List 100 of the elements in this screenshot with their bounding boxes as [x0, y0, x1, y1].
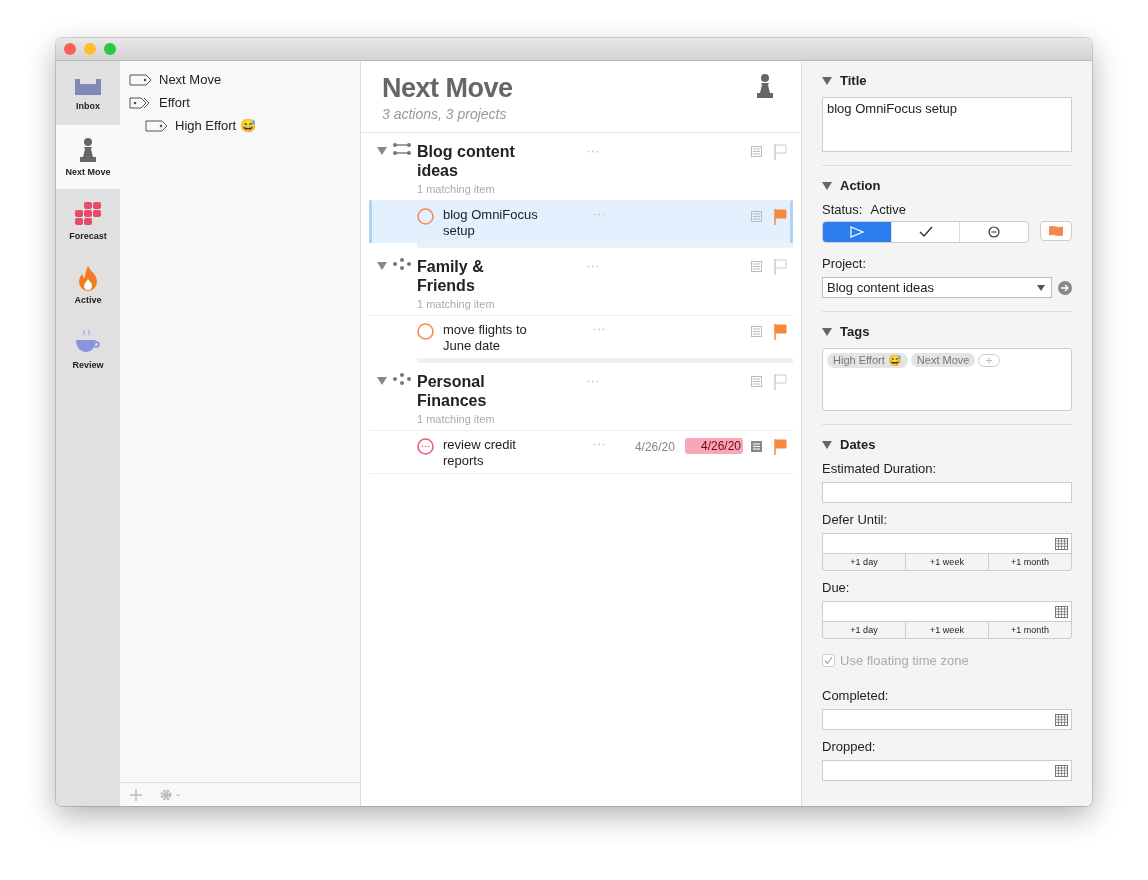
date-field[interactable] [822, 533, 1072, 554]
status-circle-icon[interactable] [417, 438, 434, 455]
quick-date-button[interactable]: +1 day [823, 622, 905, 638]
flag-button[interactable] [1040, 221, 1072, 241]
note-icon[interactable] [751, 146, 762, 157]
action-row[interactable]: review credit reports 4/26/20 4/26/20 [369, 430, 793, 474]
add-tag-icon[interactable] [978, 354, 1001, 367]
calendar-icon [1055, 537, 1068, 550]
tag-item[interactable]: Effort [120, 91, 360, 114]
status-circle-icon[interactable] [417, 208, 434, 225]
add-icon[interactable] [130, 788, 142, 801]
defer-date: 4/26/20 [634, 440, 675, 454]
tag-chip[interactable]: Next Move [910, 353, 976, 367]
minimize-button[interactable] [84, 43, 96, 55]
tag-icon [145, 119, 169, 132]
quick-date-button[interactable]: +1 week [905, 554, 988, 570]
flag-icon[interactable] [774, 324, 787, 340]
checkmark-icon [918, 226, 933, 238]
field-label: Completed: [822, 688, 890, 703]
sequential-project-icon [393, 143, 411, 155]
date-field[interactable] [822, 760, 1072, 781]
field-label: Estimated Duration: [822, 461, 938, 476]
field-label: Dropped: [822, 739, 877, 754]
flag-icon[interactable] [774, 144, 787, 160]
play-icon [849, 226, 864, 238]
matching-count: 1 matching item [417, 183, 496, 195]
perspective-tab[interactable]: Next Move [56, 125, 120, 189]
perspective-title: Next Move [382, 73, 513, 104]
disclosure-triangle-icon[interactable] [377, 147, 387, 155]
quick-date-button[interactable]: +1 week [905, 622, 988, 638]
tag-item[interactable]: Next Move [120, 68, 360, 91]
action-title: blog OmniFocus setup [443, 207, 539, 239]
status-segment[interactable] [823, 222, 891, 242]
dropdown-arrow-icon [1037, 284, 1045, 291]
perspective-tab[interactable]: Review [56, 317, 120, 381]
quick-date-button[interactable]: +1 month [988, 554, 1071, 570]
flag-icon[interactable] [774, 259, 787, 275]
flag-icon[interactable] [774, 374, 787, 390]
tag-item[interactable]: High Effort 😅 [120, 114, 360, 137]
perspective-tab[interactable]: Forecast [56, 189, 120, 253]
action-row[interactable]: move flights to June date [369, 315, 793, 358]
disclosure-triangle-icon[interactable] [377, 262, 387, 270]
go-arrow-icon[interactable] [1058, 280, 1072, 295]
note-icon[interactable] [751, 441, 762, 452]
note-icon[interactable] [751, 261, 762, 272]
title-field[interactable]: blog OmniFocus setup [822, 97, 1072, 152]
calendar-icon [1055, 713, 1068, 726]
status-circle-icon[interactable] [417, 323, 434, 340]
disclosure-triangle-icon[interactable] [377, 377, 387, 385]
status-control[interactable] [822, 221, 1029, 243]
status-value: Active [870, 202, 906, 217]
action-title: review credit reports [443, 437, 517, 469]
more-icon[interactable] [587, 380, 599, 383]
close-button[interactable] [64, 43, 76, 55]
more-icon[interactable] [593, 443, 605, 446]
flag-icon[interactable] [774, 209, 787, 225]
more-icon[interactable] [587, 150, 599, 153]
more-icon[interactable] [593, 213, 605, 216]
field-label: Status: [822, 202, 863, 217]
disclosure-triangle-icon[interactable] [822, 440, 832, 449]
section-heading: Title [840, 73, 867, 88]
perspective-tab[interactable]: Active [56, 253, 120, 317]
perspective-tab[interactable]: Inbox [56, 61, 120, 125]
parallel-project-icon [393, 373, 411, 385]
section-heading: Dates [840, 437, 876, 452]
disclosure-triangle-icon[interactable] [822, 76, 832, 85]
field-label: Project: [822, 256, 868, 271]
project-title: Blog content ideas [417, 142, 516, 180]
project-dropdown[interactable]: Blog content ideas [822, 277, 1052, 298]
project-title: Family & Friends [417, 257, 485, 295]
duration-field[interactable] [822, 482, 1072, 503]
matching-count: 1 matching item [417, 298, 496, 310]
section-heading: Action [840, 178, 881, 193]
disclosure-triangle-icon[interactable] [822, 327, 832, 336]
field-label: Defer Until: [822, 512, 889, 527]
more-icon[interactable] [593, 328, 605, 331]
date-field[interactable] [822, 709, 1072, 730]
parallel-project-icon [393, 258, 411, 270]
pawn-icon [78, 137, 98, 163]
minus-circle-icon [988, 226, 1001, 238]
note-icon[interactable] [751, 211, 762, 222]
quick-date-button[interactable]: +1 month [988, 622, 1071, 638]
zoom-button[interactable] [104, 43, 116, 55]
date-field[interactable] [822, 601, 1072, 622]
due-date-badge: 4/26/20 [684, 438, 743, 454]
calendar-icon [1055, 605, 1068, 618]
tags-field[interactable]: High Effort 😅 Next Move [822, 348, 1072, 411]
tag-chip[interactable]: High Effort 😅 [827, 353, 908, 368]
project-title: Personal Finances [417, 372, 488, 410]
note-icon[interactable] [751, 326, 762, 337]
flag-icon[interactable] [774, 439, 787, 455]
flame-icon [77, 265, 99, 291]
more-icon[interactable] [587, 265, 599, 268]
quick-date-button[interactable]: +1 day [823, 554, 905, 570]
calendar-icon [1055, 764, 1068, 777]
flag-icon [1049, 226, 1063, 236]
note-icon[interactable] [751, 376, 762, 387]
gear-icon[interactable] [160, 788, 182, 801]
disclosure-triangle-icon[interactable] [822, 181, 832, 190]
action-row[interactable]: blog OmniFocus setup [369, 200, 793, 243]
